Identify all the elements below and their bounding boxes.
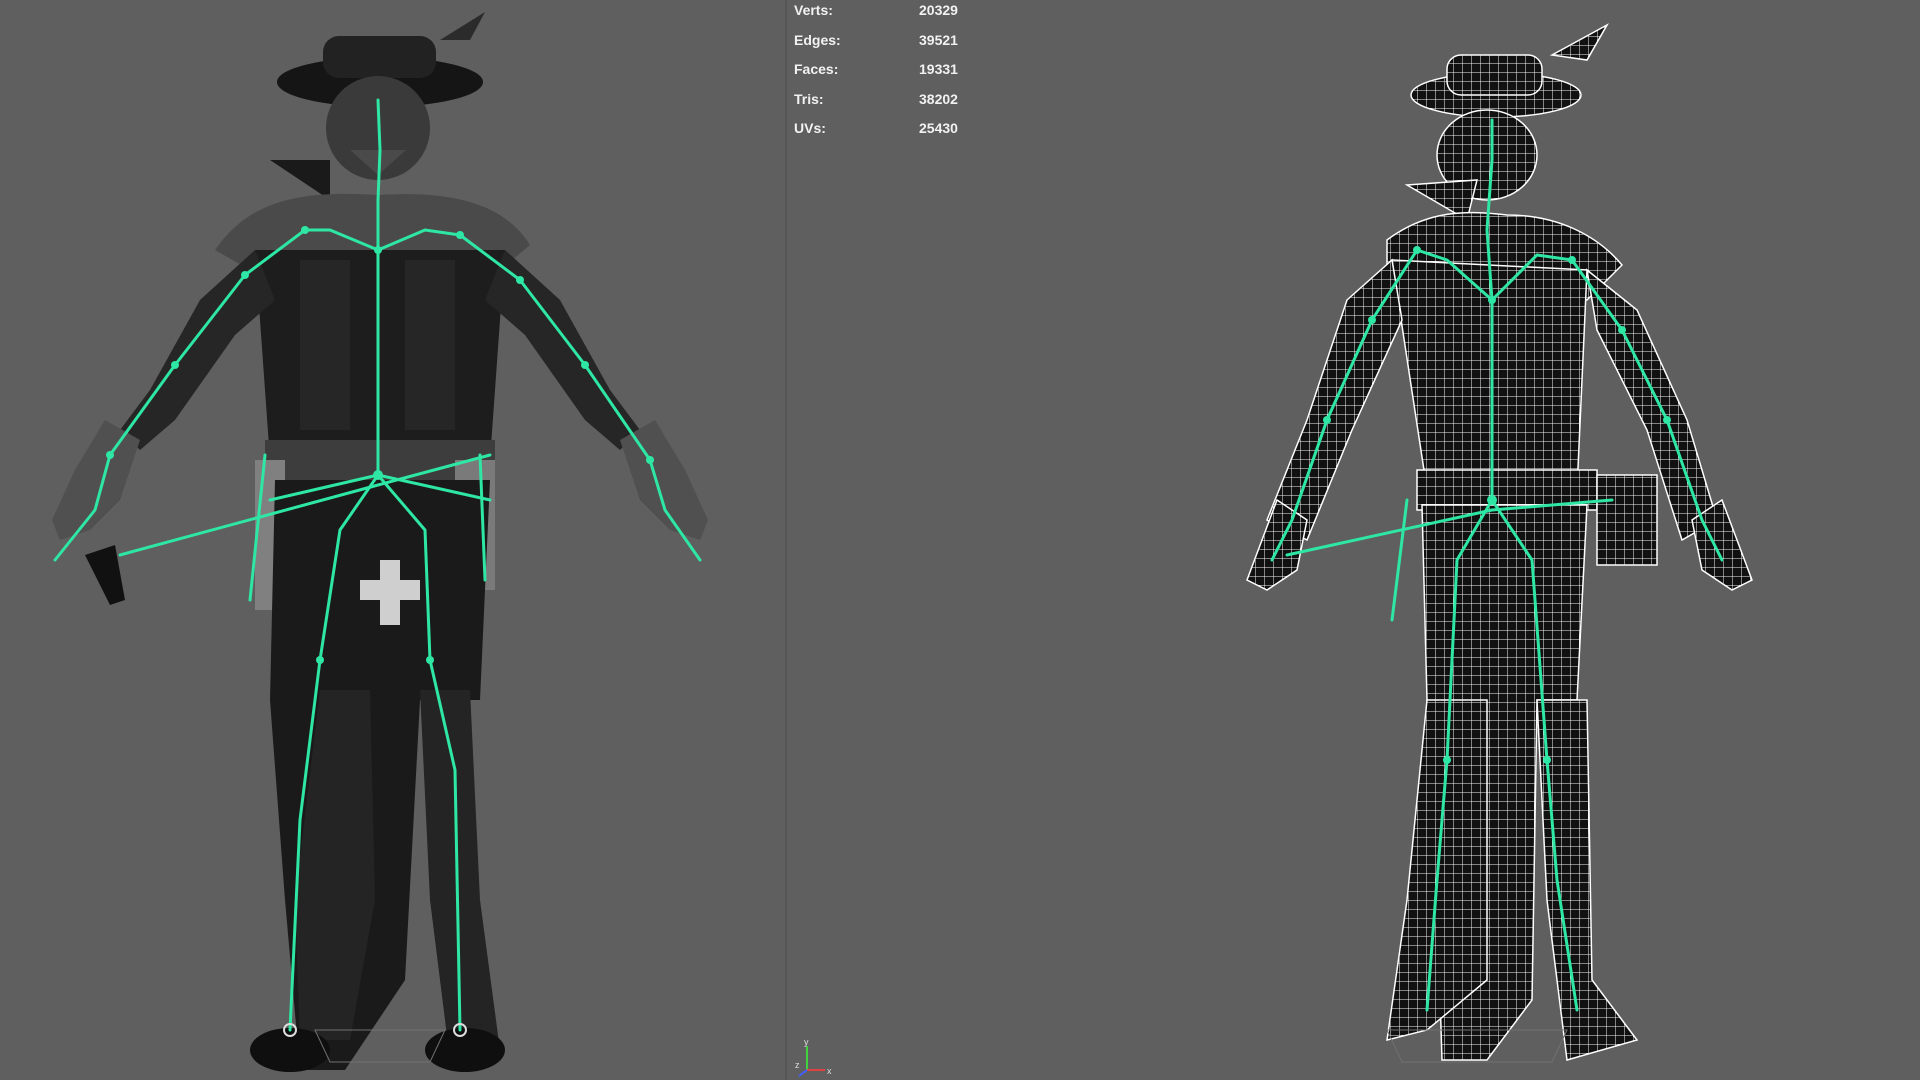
hud-label: Verts: bbox=[794, 2, 833, 18]
axis-x-label: x bbox=[827, 1066, 832, 1076]
wireframe-character-model bbox=[1246, 23, 1753, 1063]
hud-label: Faces: bbox=[794, 61, 839, 77]
left-viewport-shaded[interactable] bbox=[0, 0, 785, 1080]
hud-row-edges: Edges: 39521 bbox=[793, 30, 1053, 60]
hud-row-tris: Tris: 38202 bbox=[793, 89, 1053, 119]
axis-y-label: y bbox=[804, 1038, 809, 1047]
hud-value: 39521 bbox=[919, 31, 958, 48]
hud-value: 38202 bbox=[919, 90, 958, 107]
shaded-character-model bbox=[52, 12, 708, 1072]
hud-row-faces: Faces: 19331 bbox=[793, 59, 1053, 89]
axis-z-line bbox=[798, 1069, 808, 1077]
maya-viewport-window: Verts: 20329 Edges: 39521 Faces: 19331 T… bbox=[0, 0, 1920, 1080]
wireframe-body bbox=[1246, 23, 1753, 1061]
hud-label: Edges: bbox=[794, 31, 841, 48]
hud-label: Tris: bbox=[794, 90, 824, 107]
hud-row-uvs: UVs: 25430 bbox=[793, 118, 1053, 148]
hud-value: 25430 bbox=[919, 120, 958, 136]
poly-count-hud: Verts: 20329 Edges: 39521 Faces: 19331 T… bbox=[793, 0, 1053, 148]
view-axis-icon: y x z bbox=[795, 1038, 832, 1077]
hud-value: 20329 bbox=[919, 2, 958, 18]
hud-row-verts: Verts: 20329 bbox=[793, 0, 1053, 30]
hud-label: UVs: bbox=[794, 120, 826, 136]
hud-value: 19331 bbox=[919, 61, 958, 77]
axis-z-label: z bbox=[795, 1060, 800, 1070]
right-viewport-wireframe[interactable] bbox=[787, 0, 1920, 1080]
